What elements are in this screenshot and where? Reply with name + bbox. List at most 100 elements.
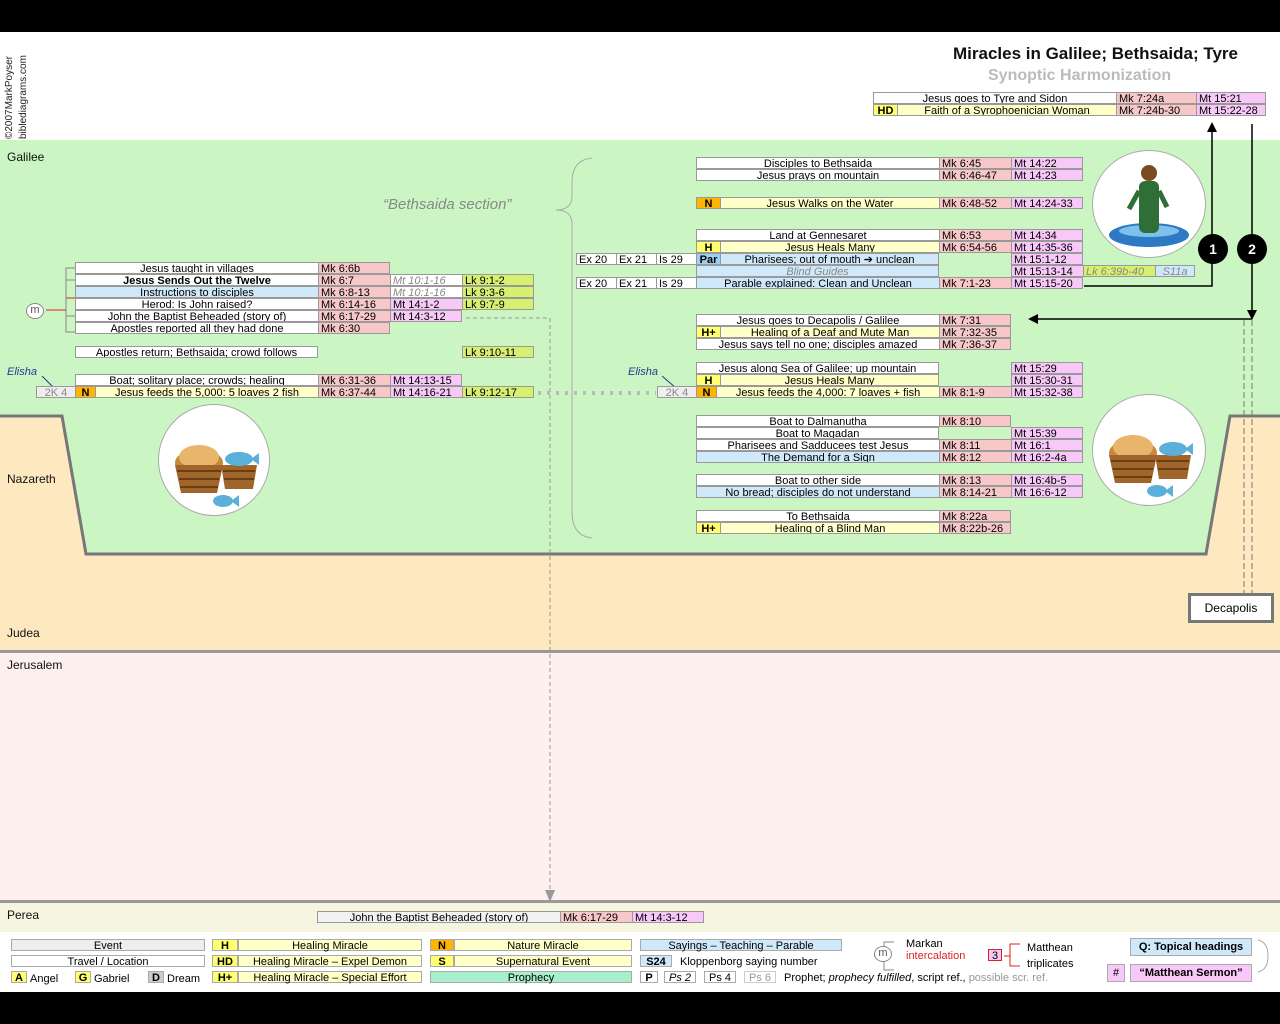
bread-basket-right-drawing	[1109, 435, 1193, 497]
heals-many-event: Jesus Heals Many	[720, 241, 939, 253]
legend-ps4: Ps 4	[704, 971, 736, 984]
deaf-mute-event: Healing of a Deaf and Mute Man	[720, 326, 939, 338]
legend-gabriel: Gabriel	[94, 973, 130, 985]
beheaded-matthew: Mt 14:3-12	[390, 310, 462, 322]
route-marker-2: 2	[1237, 234, 1267, 264]
tag-n-4000: N	[696, 386, 716, 398]
bread-basket-icon-right	[1092, 394, 1206, 506]
legend-triplicates: triplicates	[1027, 958, 1074, 970]
apostles-return-event: Apostles return; Bethsaida; crowd follow…	[75, 346, 318, 358]
test-jesus-mark: Mk 8:11	[939, 439, 1011, 451]
villages-mark: Mk 6:6b	[318, 262, 390, 274]
ref-ex20-a: Ex 20	[576, 253, 616, 265]
legend-angel: Angel	[30, 973, 59, 985]
tyre-mark: Mk 7:24a	[1116, 92, 1196, 104]
left-row-4: Herod: Is John raised? Mk 6:14-16 Mt 14:…	[75, 298, 534, 310]
gennesaret-event: Land at Gennesaret	[696, 229, 939, 241]
right-row-f4: The Demand for a Sign Mk 8:12 Mt 16:2-4a	[696, 451, 1083, 463]
legend-s24: Kloppenborg saying number	[680, 956, 818, 968]
prays-mountain-event: Jesus prays on mountain	[696, 169, 939, 181]
syrophoenician-matthew: Mt 15:22-28	[1196, 104, 1266, 116]
feed4000-matthew: Mt 15:32-38	[1011, 386, 1083, 398]
tag-h-heals-many-2: H	[696, 374, 720, 386]
right-row-c5: Ex 20 Ex 21 Is 29 Parable explained: Cle…	[576, 277, 1083, 289]
legend-s-tag: S	[430, 955, 454, 968]
legend-prophet-c: , script ref.,	[911, 972, 966, 984]
label-jerusalem: Jerusalem	[7, 658, 63, 672]
legend-gabriel-tag: G	[75, 971, 91, 984]
right-row-e3: 2K 4 N Jesus feeds the 4,000: 7 loaves +…	[657, 386, 1083, 398]
legend-q: Q: Topical headings	[1130, 938, 1252, 956]
prays-mountain-mark: Mk 6:46-47	[939, 169, 1011, 181]
label-galilee: Galilee	[7, 150, 45, 164]
to-bethsaida-mark: Mk 8:22a	[939, 510, 1011, 522]
left-row-8: Boat; solitary place; crowds; healing Mk…	[75, 374, 462, 386]
left-row-7: Apostles return; Bethsaida; crowd follow…	[75, 346, 318, 358]
ref-ex21-a: Ex 21	[616, 253, 656, 265]
beheaded-mark: Mk 6:17-29	[318, 310, 390, 322]
legend-intercalation: intercalation	[906, 950, 966, 962]
right-row-c1: Land at Gennesaret Mk 6:53 Mt 14:34	[696, 229, 1083, 241]
feed4000-event: Jesus feeds the 4,000: 7 loaves + fish	[716, 386, 939, 398]
herod-event: Herod: Is John raised?	[75, 298, 318, 310]
to-bethsaida-event: To Bethsaida	[696, 510, 939, 522]
syrophoenician-event: Faith of a Syrophoenician Woman	[897, 104, 1116, 116]
herod-luke: Lk 9:7-9	[462, 298, 534, 310]
no-bread-matthew: Mt 16:6-12	[1011, 486, 1083, 498]
magadan-event: Boat to Magadan	[696, 427, 939, 439]
credit: ©2007MarkPoyser biblediagrams.com	[2, 34, 32, 139]
tag-h-heals-many: H	[696, 241, 720, 253]
legend-sermon-brace	[1257, 939, 1269, 973]
legend-hplus: Healing Miracle – Special Effort	[238, 971, 422, 984]
tyre-row-2: HD Faith of a Syrophoenician Woman Mk 7:…	[873, 104, 1266, 116]
test-jesus-matthew: Mt 16:1	[1011, 439, 1083, 451]
legend-m-marker: m	[874, 946, 892, 962]
legend-event: Event	[11, 939, 205, 952]
blind-man-mark: Mk 8:22b-26	[939, 522, 1011, 534]
magadan-matthew: Mt 15:39	[1011, 427, 1083, 439]
legend-hd: Healing Miracle – Expel Demon	[238, 955, 422, 968]
right-row-b1: N Jesus Walks on the Water Mk 6:48-52 Mt…	[696, 197, 1083, 209]
right-row-c3-mt: Mt 15:1-12	[1011, 253, 1083, 265]
blind-guides-luke: Lk 6:39b-40	[1083, 265, 1155, 277]
instructions-event: Instructions to disciples	[75, 286, 318, 298]
tyre-event: Jesus goes to Tyre and Sidon	[873, 92, 1116, 104]
perea-beheaded-mark: Mk 6:17-29	[560, 911, 632, 923]
deaf-mute-mark: Mk 7:32-35	[939, 326, 1011, 338]
left-row-1: Jesus taught in villages Mk 6:6b	[75, 262, 390, 274]
instructions-luke: Lk 9:3-6	[462, 286, 534, 298]
tag-n-water: N	[696, 197, 720, 209]
disciples-bethsaida-matthew: Mt 14:22	[1011, 157, 1083, 169]
heals-many-2-event: Jesus Heals Many	[720, 374, 939, 386]
jesus-walking-icon	[1092, 150, 1206, 258]
herod-matthew: Mt 14:1-2	[390, 298, 462, 310]
legend-prophet: Prophet; prophecy fulfilled, script ref.…	[784, 972, 1048, 984]
legend-n-tag: N	[430, 939, 454, 952]
legend-prophet-b: prophecy fulfilled	[828, 972, 912, 984]
other-side-matthew: Mt 16:4b-5	[1011, 474, 1083, 486]
ref-is29-a: Is 29	[656, 253, 696, 265]
right-row-a1: Disciples to Bethsaida Mk 6:45 Mt 14:22	[696, 157, 1083, 169]
feed5000-ref: 2K 4	[36, 386, 75, 398]
sends-twelve-mark: Mk 6:7	[318, 274, 390, 286]
apostles-reported-mark: Mk 6:30	[318, 322, 390, 334]
right-row-h2: H+ Healing of a Blind Man Mk 8:22b-26	[696, 522, 1011, 534]
legend-prophecy: Prophecy	[430, 971, 632, 984]
tyre-matthew: Mt 15:21	[1196, 92, 1266, 104]
ref-ex20-b: Ex 20	[576, 277, 616, 289]
left-row-9: 2K 4 N Jesus feeds the 5,000: 5 loaves 2…	[36, 386, 534, 398]
blind-guides-s: S11a	[1155, 265, 1195, 277]
right-row-c2: H Jesus Heals Many Mk 6:54-56 Mt 14:35-3…	[696, 241, 1083, 253]
feed5000-mark: Mk 6:37-44	[318, 386, 390, 398]
feed5000-matthew: Mt 14:16-21	[390, 386, 462, 398]
disciples-bethsaida-mark: Mk 6:45	[939, 157, 1011, 169]
tag-n-5000: N	[75, 386, 95, 398]
legend-angel-tag: A	[11, 971, 27, 984]
instructions-mark: Mk 6:8-13	[318, 286, 390, 298]
sea-galilee-event: Jesus along Sea of Galilee; up mountain	[696, 362, 939, 374]
other-side-event: Boat to other side	[696, 474, 939, 486]
left-row-5: John the Baptist Beheaded (story of) Mk …	[75, 310, 462, 322]
right-row-e2-mt: Mt 15:30-31	[1011, 374, 1083, 386]
right-row-e1: Jesus along Sea of Galilee; up mountain	[696, 362, 939, 374]
legend-ps2: Ps 2	[664, 971, 696, 984]
